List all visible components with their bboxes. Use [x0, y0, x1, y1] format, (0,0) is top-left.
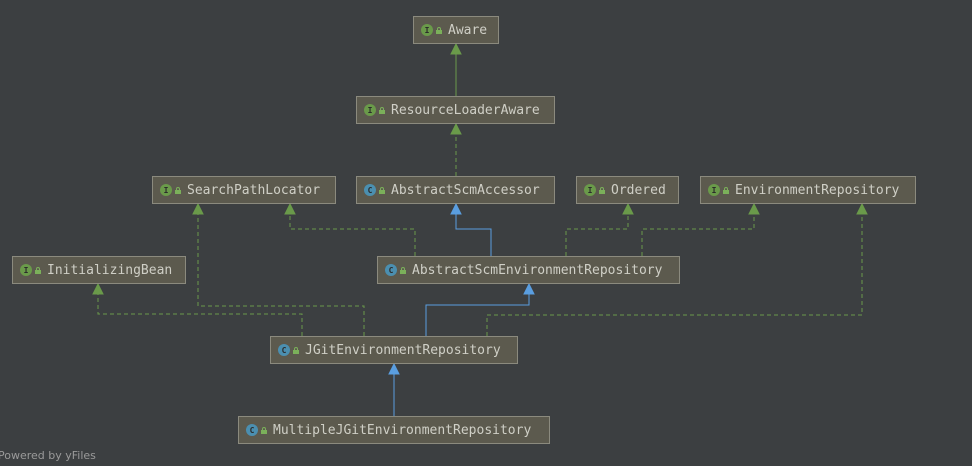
public-lock-icon [261, 426, 267, 434]
public-lock-icon [35, 266, 41, 274]
arrowhead [284, 202, 296, 215]
interface-icon: I [20, 264, 32, 276]
arrowhead [523, 282, 535, 295]
node-ord[interactable]: I Ordered [576, 176, 679, 204]
edge-aser-to-spl [289, 204, 416, 256]
class-icon: C [278, 344, 290, 356]
public-lock-icon [400, 266, 406, 274]
node-aware[interactable]: I Aware [413, 16, 499, 44]
arrowhead [856, 202, 868, 215]
node-env[interactable]: I EnvironmentRepository [700, 176, 916, 204]
public-lock-icon [293, 346, 299, 354]
arrowhead [748, 202, 760, 215]
node-rla[interactable]: I ResourceLoaderAware [356, 96, 555, 124]
node-label: ResourceLoaderAware [391, 102, 540, 118]
node-aser[interactable]: C AbstractScmEnvironmentRepository [377, 256, 680, 284]
footer-powered-by: Powered by yFiles [0, 449, 96, 462]
class-icon: C [246, 424, 258, 436]
public-lock-icon [599, 186, 605, 194]
node-label: InitializingBean [47, 262, 173, 278]
interface-icon: I [364, 104, 376, 116]
node-asa[interactable]: C AbstractScmAccessor [356, 176, 555, 204]
node-label: Ordered [611, 182, 666, 198]
arrowhead [450, 42, 462, 55]
class-icon: C [364, 184, 376, 196]
diagram-canvas [92, 42, 868, 416]
arrowhead [450, 202, 462, 215]
node-label: MultipleJGitEnvironmentRepository [273, 422, 532, 438]
node-label: Aware [448, 22, 488, 38]
interface-icon: I [421, 24, 433, 36]
arrowhead [450, 122, 462, 135]
class-icon: C [385, 264, 397, 276]
node-spl[interactable]: I SearchPathLocator [152, 176, 336, 204]
node-label: SearchPathLocator [187, 182, 321, 198]
arrowhead [92, 282, 104, 295]
node-label: EnvironmentRepository [735, 182, 900, 198]
node-label: JGitEnvironmentRepository [305, 342, 501, 358]
public-lock-icon [379, 186, 385, 194]
edge-aser-to-ord [565, 204, 629, 256]
interface-icon: I [708, 184, 720, 196]
edge-jger-to-spl [197, 204, 365, 336]
edge-aser-to-env [641, 204, 755, 256]
public-lock-icon [175, 186, 181, 194]
node-label: AbstractScmEnvironmentRepository [412, 262, 663, 278]
node-jger[interactable]: C JGitEnvironmentRepository [270, 336, 518, 364]
arrowhead [622, 202, 634, 215]
public-lock-icon [436, 26, 442, 34]
edge-jger-to-aser [425, 284, 530, 336]
public-lock-icon [723, 186, 729, 194]
public-lock-icon [379, 106, 385, 114]
interface-icon: I [160, 184, 172, 196]
node-mjger[interactable]: C MultipleJGitEnvironmentRepository [238, 416, 550, 444]
edge-jger-to-ib [97, 284, 303, 336]
interface-icon: I [584, 184, 596, 196]
arrowhead [388, 362, 400, 375]
node-ib[interactable]: I InitializingBean [12, 256, 186, 284]
edge-aser-to-asa [455, 204, 492, 256]
node-label: AbstractScmAccessor [391, 182, 540, 198]
arrowhead [192, 202, 204, 215]
